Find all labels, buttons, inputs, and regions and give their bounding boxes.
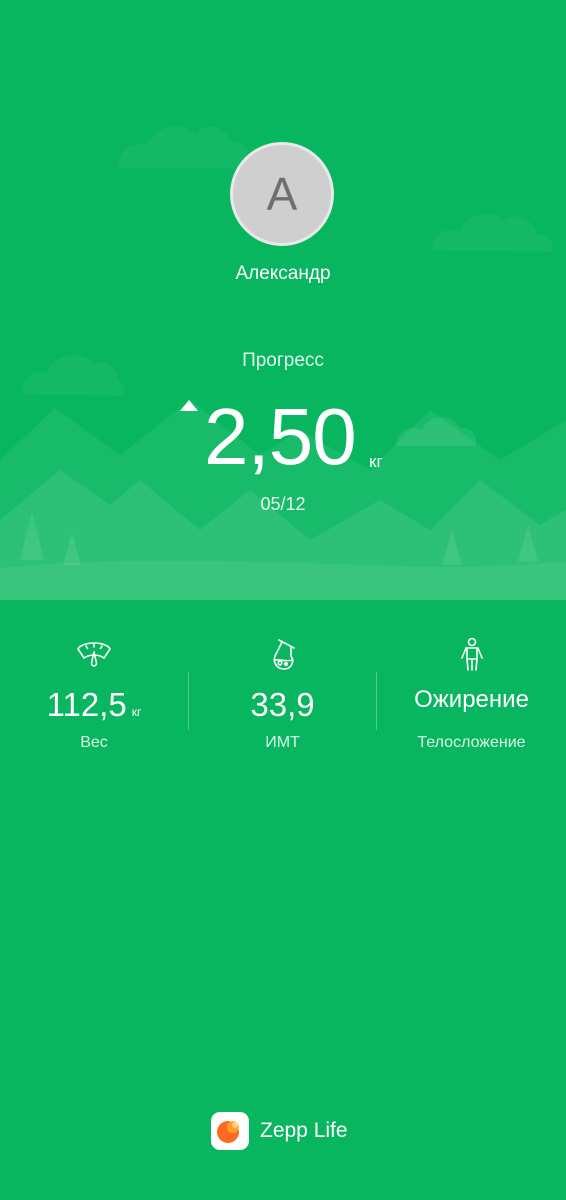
avatar[interactable]: А bbox=[230, 142, 334, 246]
bmi-value: 33,9 bbox=[189, 686, 376, 724]
progress-date: 05/12 bbox=[260, 494, 306, 514]
weight-progress-screen: А Александр Прогресс 2,50 кг 05/12 112,5… bbox=[0, 0, 566, 1200]
flask-icon bbox=[272, 639, 295, 670]
bmi-label: ИМТ bbox=[265, 734, 300, 751]
weight-value: 112,5 кг bbox=[0, 686, 188, 724]
progress-label: Прогресс bbox=[242, 350, 324, 371]
bmi-number: 33,9 bbox=[250, 686, 315, 723]
weight-number: 112,5 bbox=[46, 686, 127, 723]
zepp-life-logo bbox=[211, 1112, 249, 1150]
up-triangle-icon bbox=[180, 400, 198, 411]
progress-unit: кг bbox=[369, 452, 383, 471]
body-type-value: Ожирение bbox=[414, 686, 529, 713]
metric-weight[interactable]: 112,5 кг Вес bbox=[0, 636, 188, 751]
metric-body-type[interactable]: Ожирение Телосложение bbox=[377, 636, 566, 751]
weight-unit: кг bbox=[131, 705, 142, 719]
zepp-logo-mark bbox=[217, 1121, 239, 1143]
progress-value: 2,50 bbox=[204, 392, 357, 481]
user-name[interactable]: Александр bbox=[0, 263, 566, 285]
app-brand: Zepp Life bbox=[211, 1112, 348, 1150]
weight-label: Вес bbox=[80, 734, 108, 751]
scale-icon bbox=[77, 642, 111, 667]
app-name: Zepp Life bbox=[260, 1119, 348, 1142]
metric-bmi[interactable]: 33,9 ИМТ bbox=[189, 636, 376, 751]
body-figure-icon bbox=[460, 637, 483, 671]
body-type-label: Телосложение bbox=[417, 734, 526, 751]
